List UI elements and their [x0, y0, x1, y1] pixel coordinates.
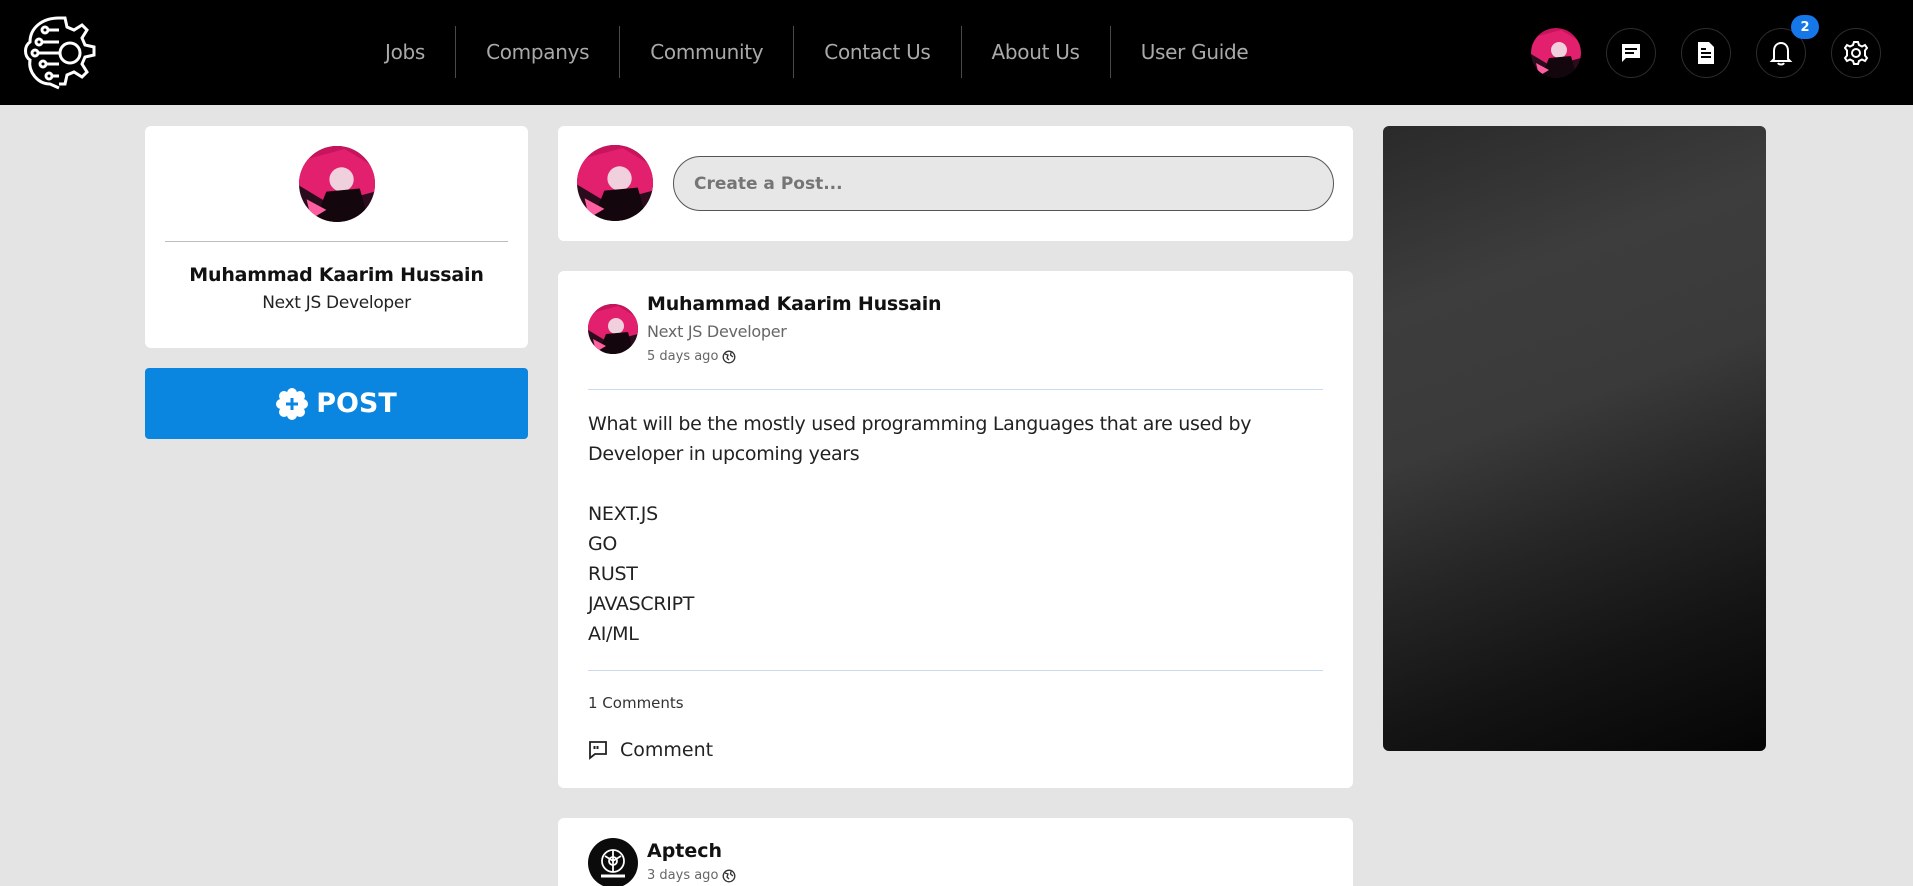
comment-button[interactable]: Comment — [588, 739, 713, 761]
nav-link-contact-us[interactable]: Contact Us — [794, 26, 960, 78]
post-author-name[interactable]: Muhammad Kaarim Hussain — [647, 293, 942, 315]
post-author-name[interactable]: Aptech — [647, 840, 722, 862]
post-body-item: NEXT.JS — [588, 503, 658, 525]
profile-role: Next JS Developer — [262, 293, 411, 313]
nav-link-about-us[interactable]: About Us — [962, 26, 1110, 78]
post-author-role: Next JS Developer — [647, 322, 787, 341]
nav-link-community[interactable]: Community — [620, 26, 793, 78]
post-body-spacer — [588, 469, 1323, 499]
profile-card: Muhammad Kaarim Hussain Next JS Develope… — [145, 126, 528, 348]
post-timestamp: 5 days ago — [647, 349, 736, 364]
create-post-input[interactable] — [673, 156, 1334, 211]
plus-flower-icon — [276, 387, 309, 420]
ad-panel — [1383, 126, 1766, 751]
notification-badge: 2 — [1791, 15, 1819, 39]
post-divider-bottom — [588, 670, 1323, 671]
post-time-text: 5 days ago — [647, 349, 719, 364]
profile-avatar[interactable] — [299, 146, 375, 222]
profile-name: Muhammad Kaarim Hussain — [189, 264, 484, 286]
document-icon[interactable] — [1681, 28, 1731, 78]
user-avatar-button[interactable] — [1531, 28, 1581, 78]
comments-count[interactable]: 1 Comments — [588, 694, 684, 712]
aptech-avatar[interactable] — [588, 838, 638, 886]
nav-link-jobs[interactable]: Jobs — [355, 26, 455, 78]
globe-icon — [722, 869, 736, 882]
create-post-avatar — [577, 145, 653, 221]
post-body-item: AI/ML — [588, 623, 639, 645]
comment-quote-icon — [589, 741, 607, 760]
profile-divider — [165, 241, 508, 242]
post-button[interactable]: POST — [145, 368, 528, 439]
comment-button-label: Comment — [620, 739, 714, 761]
nav-link-companys[interactable]: Companys — [456, 26, 619, 78]
post-body: What will be the mostly used programming… — [588, 409, 1323, 649]
create-post-card — [558, 126, 1353, 241]
gear-icon[interactable] — [1831, 28, 1881, 78]
globe-icon — [722, 350, 736, 363]
post-time-text: 3 days ago — [647, 868, 719, 883]
message-icon[interactable] — [1606, 28, 1656, 78]
post-body-item: GO — [588, 533, 618, 555]
top-navbar: Jobs Companys Community Contact Us About… — [0, 0, 1913, 105]
feed-post: Muhammad Kaarim Hussain Next JS Develope… — [558, 271, 1353, 788]
post-button-label: POST — [316, 388, 397, 419]
main-nav: Jobs Companys Community Contact Us About… — [355, 26, 1278, 78]
post-body-intro: What will be the mostly used programming… — [588, 413, 1252, 465]
feed-post: Aptech 3 days ago — [558, 818, 1353, 886]
post-body-item: JAVASCRIPT — [588, 593, 695, 615]
post-body-item: RUST — [588, 563, 638, 585]
nav-link-user-guide[interactable]: User Guide — [1111, 26, 1279, 78]
post-author-avatar[interactable] — [588, 304, 638, 354]
post-timestamp: 3 days ago — [647, 868, 736, 883]
post-divider-top — [588, 389, 1323, 390]
brain-gear-logo-icon[interactable] — [18, 12, 100, 94]
